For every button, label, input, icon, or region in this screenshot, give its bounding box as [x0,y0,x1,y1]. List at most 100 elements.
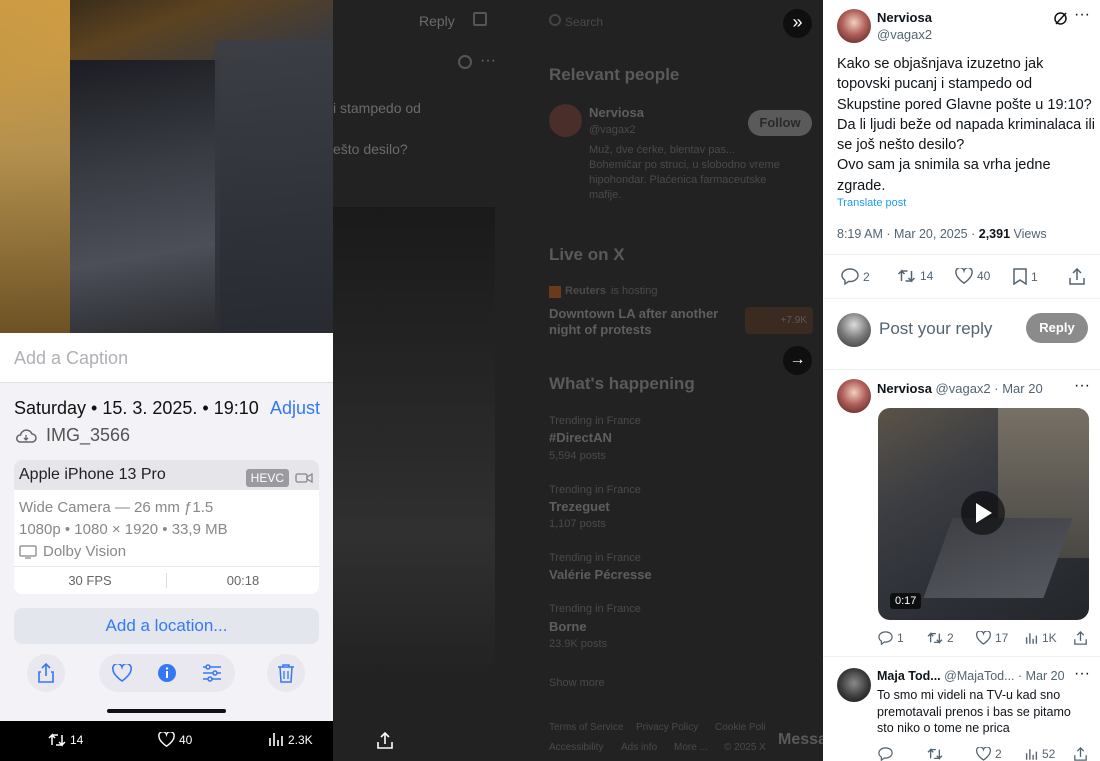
more-options-icon[interactable]: ··· [1074,6,1090,24]
retweet-action[interactable]: 14 [897,268,933,284]
reply-author[interactable]: Maja Tod... [877,669,941,683]
live-listeners-badge: +7.9K [745,307,813,334]
more-options-icon[interactable]: ··· [1074,665,1090,683]
reply2-like-action[interactable]: 2 [976,747,1002,761]
media-retweet-stat[interactable]: 14 [48,732,83,748]
play-button[interactable] [961,491,1005,535]
footer-link[interactable]: Ads info [621,742,657,753]
bg-search-input[interactable]: Search [565,15,603,29]
reply-handle[interactable]: @vagax2 · Mar 20 [936,381,1043,396]
reply-handle[interactable]: @MajaTod... · Mar 20 [944,669,1064,683]
trend-name[interactable]: #DirectAN [549,430,612,445]
trend-posts: 1,107 posts [549,518,606,530]
photo-building [215,40,333,333]
tweet-timestamp[interactable]: 8:19 AM · Mar 20, 2025 · [837,227,979,241]
media-like-count: 40 [179,732,193,747]
lens-info: Wide Camera — 26 mm ƒ1.5 [19,499,214,516]
adjust-edit-icon[interactable] [202,664,222,682]
reply-action[interactable]: 2 [841,268,870,285]
translate-link[interactable]: Translate post [837,197,906,209]
reply1-views-count: 1K [1042,631,1057,645]
device-details: Wide Camera — 26 mm ƒ1.5 1080p • 1080 × … [14,490,319,570]
reply1-views-action[interactable]: 1K [1025,631,1057,645]
hdr-format: Dolby Vision [43,543,127,560]
like-icon [158,732,175,747]
photo-datetime: Saturday • 15. 3. 2025. • 19:10 [14,398,259,418]
author-handle[interactable]: @vagax2 [877,27,932,42]
reply-input[interactable]: Post your reply [879,319,992,339]
grok-icon[interactable] [1053,11,1068,26]
reply1-like-action[interactable]: 17 [976,631,1008,645]
live-source-tag: is hosting [611,285,658,297]
views-icon [269,733,283,746]
divider [823,656,1100,657]
bg-person-bio: Muž, dve ćerke, blentav pas... Bohemičar… [589,144,780,201]
retweet-icon [927,748,943,760]
live-headline[interactable]: Downtown LA after another night of prote… [549,306,729,338]
media-stats-bar: 14 40 2.3K [0,721,393,761]
reply-header: Nerviosa @vagax2 · Mar 20 [877,381,1043,396]
bookmark-icon [1013,268,1027,285]
play-icon [976,503,992,523]
bg-follow-button[interactable]: Follow [748,110,812,136]
divider [823,298,1100,299]
share-icon[interactable] [1074,747,1087,761]
photo-filename: IMG_3566 [46,425,131,445]
more-options-icon[interactable]: ··· [1074,377,1090,395]
share-button[interactable] [27,654,65,692]
reply2-reply-action[interactable] [878,747,893,761]
author-name[interactable]: Nerviosa [877,10,932,25]
next-media-button[interactable]: → [783,346,812,375]
views-icon [1025,748,1038,760]
reply-avatar[interactable] [837,668,871,702]
delete-button[interactable] [267,654,305,692]
footer-link: © 2025 X [724,742,766,753]
footer-link[interactable]: More ... [674,742,708,753]
reply1-retweet-action[interactable]: 2 [927,631,954,645]
info-icon[interactable] [157,663,177,683]
reply-submit-button[interactable]: Reply [1026,313,1088,343]
collapse-panel-button[interactable]: » [783,9,812,38]
trend-name[interactable]: Borne [549,619,587,634]
author-avatar[interactable] [837,9,871,43]
footer-link[interactable]: Privacy Policy [636,722,698,733]
trend-name[interactable]: Trezeguet [549,499,610,514]
messages-drawer[interactable]: Messa [778,731,827,749]
share-icon [377,732,393,749]
media-share-button[interactable] [377,732,393,749]
share-icon[interactable] [1074,631,1087,645]
photo-filename-row: IMG_3566 [14,425,130,446]
show-more-link[interactable]: Show more [549,677,605,689]
adjust-button[interactable]: Adjust [270,398,320,419]
like-action[interactable]: 40 [955,268,990,284]
reply2-retweet-action[interactable] [927,747,943,761]
trend-context: Trending in France [549,552,641,564]
reply1-reply-action[interactable]: 1 [878,631,904,645]
views-icon [1025,632,1038,644]
reply-text: To smo mi videli na TV-u kad sno premota… [877,688,1071,735]
reply-icon [878,631,893,645]
home-indicator [107,709,226,713]
share-icon[interactable] [1069,268,1085,285]
add-location-button[interactable]: Add a location... [14,608,319,644]
footer-link[interactable]: Cookie Poli [715,722,766,733]
device-footer: 30 FPS 00:18 [14,566,319,594]
video-duration: 00:18 [226,573,260,588]
footer-link[interactable]: Terms of Service [549,722,623,733]
divider [823,254,1100,255]
favorite-icon[interactable] [111,664,132,682]
footer-link[interactable]: Accessibility [549,742,603,753]
trend-name[interactable]: Valérie Pécresse [549,567,652,582]
reply-header: Maja Tod... @MajaTod... · Mar 20 [877,669,1065,683]
reply-video[interactable]: 0:17 [878,408,1089,620]
media-like-stat[interactable]: 40 [158,732,192,747]
reply1-like-count: 17 [995,631,1009,645]
reply-avatar[interactable] [837,379,871,413]
reply2-views-action[interactable]: 52 [1025,747,1055,761]
bookmark-action[interactable]: 1 [1013,268,1038,285]
media-views-stat[interactable]: 2.3K [268,732,313,747]
retweet-icon [48,733,66,747]
background-video-frame [333,207,495,677]
reply-author[interactable]: Nerviosa [877,381,932,396]
caption-input[interactable]: Add a Caption [0,333,333,383]
